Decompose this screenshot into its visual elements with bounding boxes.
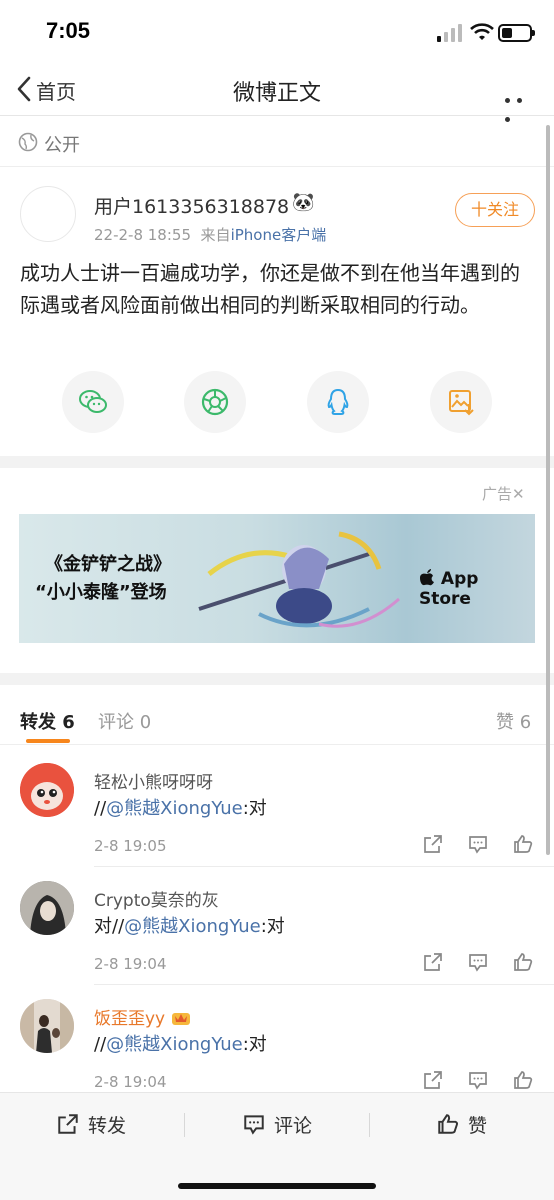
row-repost-icon[interactable] bbox=[422, 833, 444, 855]
author-avatar[interactable] bbox=[20, 186, 76, 242]
active-tab-indicator bbox=[26, 739, 70, 743]
scrollbar[interactable] bbox=[546, 125, 550, 855]
home-indicator[interactable] bbox=[178, 1183, 376, 1189]
ad-close-icon[interactable]: ✕ bbox=[512, 485, 525, 503]
wechat-icon bbox=[79, 390, 107, 413]
share-qq-button[interactable] bbox=[307, 371, 369, 433]
mention-link[interactable]: @熊越XiongYue bbox=[106, 798, 243, 819]
globe-icon bbox=[18, 132, 38, 152]
ad-label[interactable]: 广告✕ bbox=[482, 483, 525, 504]
author-username[interactable]: 用户1613356318878 bbox=[94, 192, 289, 219]
moments-icon bbox=[201, 388, 229, 416]
repost-text: //@熊越XiongYue:对 bbox=[94, 798, 267, 819]
page-title: 微博正文 bbox=[232, 81, 321, 106]
follow-button[interactable]: 十关注 bbox=[455, 193, 535, 227]
post-time: 22-2-8 18:55 bbox=[94, 226, 191, 244]
avatar[interactable] bbox=[20, 999, 74, 1053]
more-options-icon[interactable] bbox=[505, 88, 539, 122]
bear-avatar-image bbox=[20, 763, 74, 817]
app-store-badge: App Store bbox=[419, 569, 479, 609]
wifi-icon bbox=[470, 23, 494, 40]
bottom-comment-button[interactable]: 评论 bbox=[242, 1111, 312, 1138]
repost-time: 2-8 19:04 bbox=[94, 955, 167, 973]
ad-headline: 《金铲铲之战》 bbox=[45, 554, 171, 575]
interaction-tabs: 转发 6 评论 0 赞 6 bbox=[0, 685, 554, 745]
repost-text: 对//@熊越XiongYue:对 bbox=[94, 916, 285, 937]
tab-reposts[interactable]: 转发 6 bbox=[20, 708, 75, 734]
nav-bar: 首页 微博正文 bbox=[0, 64, 554, 122]
save-image-icon bbox=[449, 390, 474, 416]
vip-crown-icon bbox=[171, 1013, 190, 1025]
game-character-art bbox=[198, 531, 400, 628]
share-wechat-button[interactable] bbox=[62, 371, 124, 433]
row-comment-icon[interactable] bbox=[467, 833, 489, 855]
cellular-signal-icon bbox=[437, 24, 462, 42]
status-time: 7:05 bbox=[46, 18, 91, 43]
bottom-like-button[interactable]: 赞 bbox=[436, 1111, 487, 1138]
row-divider bbox=[94, 866, 554, 867]
repost-username[interactable]: 轻松小熊呀呀呀 bbox=[94, 768, 213, 793]
section-divider bbox=[0, 673, 554, 685]
visibility-row: 公开 bbox=[0, 117, 554, 167]
row-comment-icon[interactable] bbox=[467, 951, 489, 973]
repost-time: 2-8 19:05 bbox=[94, 837, 167, 855]
panda-emoji: 🐼 bbox=[292, 192, 315, 213]
repost-time: 2-8 19:04 bbox=[94, 1073, 167, 1091]
comment-icon bbox=[244, 1115, 264, 1135]
ad-banner[interactable]: 《金铲铲之战》 “小小泰隆”登场 App Store bbox=[19, 514, 535, 643]
row-repost-icon[interactable] bbox=[422, 951, 444, 973]
bottom-repost-button[interactable]: 转发 bbox=[56, 1111, 126, 1138]
repost-icon bbox=[58, 1114, 78, 1134]
bar-divider bbox=[369, 1113, 370, 1137]
section-divider bbox=[0, 456, 554, 468]
row-comment-icon[interactable] bbox=[467, 1069, 489, 1091]
row-like-icon[interactable] bbox=[512, 833, 534, 855]
bar-divider bbox=[184, 1113, 185, 1137]
mention-link[interactable]: @熊越XiongYue bbox=[106, 1034, 243, 1055]
tab-comments[interactable]: 评论 0 bbox=[98, 708, 151, 734]
ad-subheadline: “小小泰隆”登场 bbox=[35, 582, 167, 603]
avatar[interactable] bbox=[20, 881, 74, 935]
repost-username[interactable]: 饭歪歪yy bbox=[94, 1004, 191, 1029]
row-like-icon[interactable] bbox=[512, 1069, 534, 1091]
battery-icon bbox=[498, 24, 535, 42]
repost-text: //@熊越XiongYue:对 bbox=[94, 1034, 267, 1055]
repost-username[interactable]: Crypto莫奈的灰 bbox=[94, 886, 219, 911]
post-content: 成功人士讲一百遍成功学，你还是做不到在他当年遇到的际遇或者风险面前做出相同的判断… bbox=[20, 261, 520, 317]
row-like-icon[interactable] bbox=[512, 951, 534, 973]
apple-logo-icon bbox=[420, 569, 434, 586]
like-icon bbox=[438, 1114, 459, 1134]
row-repost-icon[interactable] bbox=[422, 1069, 444, 1091]
visibility-label: 公开 bbox=[44, 135, 80, 156]
photo-avatar-image bbox=[20, 999, 74, 1053]
avatar[interactable] bbox=[20, 763, 74, 817]
row-divider bbox=[94, 984, 554, 985]
post-source[interactable]: iPhone客户端 bbox=[231, 226, 327, 244]
share-moments-button[interactable] bbox=[184, 371, 246, 433]
source-prefix: 来自 bbox=[200, 226, 231, 244]
post-meta: 22-2-8 18:55 来自iPhone客户端 bbox=[94, 224, 326, 245]
qq-icon bbox=[327, 388, 349, 415]
person-avatar-image bbox=[20, 881, 74, 935]
tab-likes[interactable]: 赞 6 bbox=[496, 708, 531, 734]
save-image-button[interactable] bbox=[430, 371, 492, 433]
mention-link[interactable]: @熊越XiongYue bbox=[124, 916, 261, 937]
status-bar: 7:05 bbox=[0, 0, 554, 64]
